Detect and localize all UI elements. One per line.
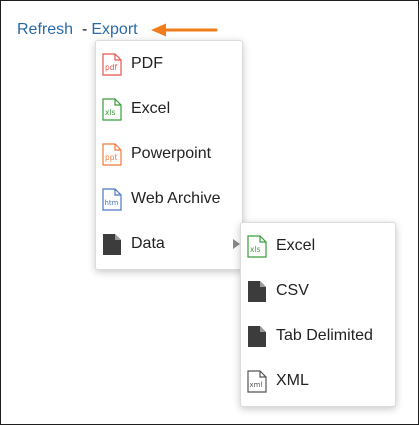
submenu-item-label: XML bbox=[276, 372, 309, 389]
submenu-item-xml[interactable]: xml XML bbox=[241, 360, 395, 402]
menu-item-data[interactable]: Data bbox=[96, 223, 242, 265]
menu-item-label: Web Archive bbox=[131, 190, 221, 207]
tab-delimited-file-icon bbox=[248, 326, 266, 347]
submenu-item-tab-delimited[interactable]: Tab Delimited bbox=[241, 315, 395, 357]
export-link[interactable]: Export bbox=[91, 20, 137, 40]
submenu-item-label: CSV bbox=[276, 282, 309, 299]
data-submenu: xls Excel CSV Tab Delimited xml XML bbox=[240, 222, 396, 407]
submenu-item-label: Excel bbox=[276, 237, 316, 254]
chevron-right-icon bbox=[233, 239, 240, 249]
svg-text:xml: xml bbox=[250, 381, 263, 389]
pdf-file-icon: pdf bbox=[102, 53, 122, 76]
powerpoint-file-icon: ppt bbox=[102, 143, 122, 166]
arrow-left-icon bbox=[151, 23, 218, 37]
menu-item-label: Excel bbox=[131, 100, 171, 117]
svg-text:xls: xls bbox=[250, 245, 261, 254]
svg-text:xls: xls bbox=[105, 108, 116, 117]
xml-file-icon: xml bbox=[247, 370, 267, 393]
excel-file-icon: xls bbox=[102, 98, 122, 121]
submenu-item-csv[interactable]: CSV bbox=[241, 270, 395, 312]
menu-item-powerpoint[interactable]: ppt Powerpoint bbox=[96, 133, 242, 175]
submenu-item-label: Tab Delimited bbox=[276, 327, 373, 344]
menu-item-label: Data bbox=[131, 235, 165, 252]
export-menu: pdf PDF xls Excel ppt Powerpoint htm Web… bbox=[95, 40, 243, 270]
excel-file-icon: xls bbox=[247, 235, 267, 258]
submenu-item-excel[interactable]: xls Excel bbox=[241, 225, 395, 267]
data-file-icon bbox=[103, 234, 121, 255]
csv-file-icon bbox=[248, 281, 266, 302]
svg-text:ppt: ppt bbox=[105, 153, 118, 162]
toolbar-separator: - bbox=[82, 21, 88, 38]
refresh-link[interactable]: Refresh bbox=[17, 20, 73, 40]
menu-item-web-archive[interactable]: htm Web Archive bbox=[96, 178, 242, 220]
menu-item-label: PDF bbox=[131, 55, 163, 72]
toolbar: Refresh - Export bbox=[17, 20, 138, 40]
menu-item-excel[interactable]: xls Excel bbox=[96, 88, 242, 130]
web-archive-file-icon: htm bbox=[102, 188, 122, 211]
svg-text:pdf: pdf bbox=[105, 63, 118, 72]
menu-item-label: Powerpoint bbox=[131, 145, 212, 162]
menu-item-pdf[interactable]: pdf PDF bbox=[96, 43, 242, 85]
svg-text:htm: htm bbox=[105, 199, 119, 207]
